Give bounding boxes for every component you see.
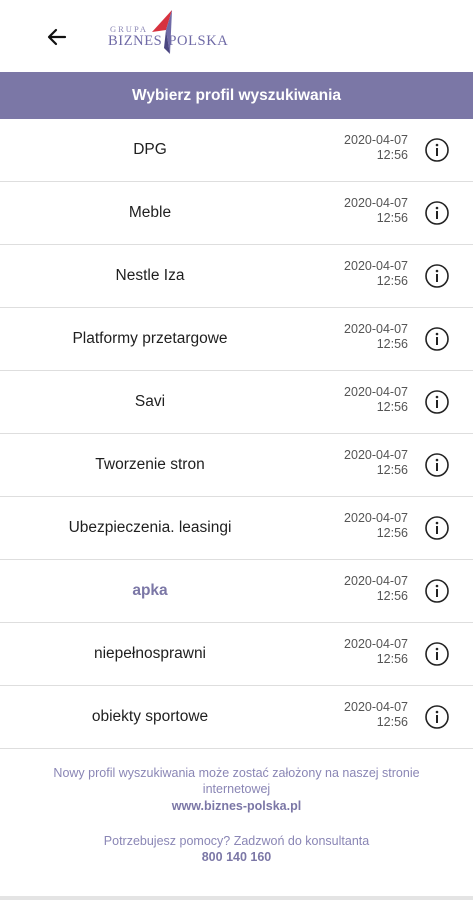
profile-timestamp: 2020-04-07 12:56	[344, 133, 408, 163]
info-circle-icon	[425, 264, 449, 288]
profile-date: 2020-04-07	[344, 322, 408, 336]
footer: Nowy profil wyszukiwania może zostać zał…	[0, 765, 473, 865]
profile-timestamp: 2020-04-07 12:56	[344, 385, 408, 415]
profile-timestamp: 2020-04-07 12:56	[344, 448, 408, 478]
profile-date: 2020-04-07	[344, 574, 408, 588]
phone-link[interactable]: 800 140 160	[0, 849, 473, 865]
profile-timestamp: 2020-04-07 12:56	[344, 259, 408, 289]
profile-timestamp: 2020-04-07 12:56	[344, 700, 408, 730]
profile-date: 2020-04-07	[344, 259, 408, 273]
profile-time: 12:56	[376, 526, 408, 540]
profile-time: 12:56	[376, 400, 408, 414]
profile-date: 2020-04-07	[344, 196, 408, 210]
profile-row[interactable]: niepełnosprawni 2020-04-07 12:56	[0, 623, 473, 686]
info-circle-icon	[425, 642, 449, 666]
info-button[interactable]	[424, 326, 450, 352]
info-circle-icon	[425, 579, 449, 603]
profile-name: obiekty sportowe	[91, 708, 209, 725]
info-circle-icon	[425, 390, 449, 414]
info-circle-icon	[425, 327, 449, 351]
profile-row[interactable]: Nestle Iza 2020-04-07 12:56	[0, 245, 473, 308]
info-button[interactable]	[424, 641, 450, 667]
profile-row[interactable]: obiekty sportowe 2020-04-07 12:56	[0, 686, 473, 749]
footer-info-line1: Nowy profil wyszukiwania może zostać zał…	[53, 766, 420, 780]
profile-timestamp: 2020-04-07 12:56	[344, 511, 408, 541]
profile-date: 2020-04-07	[344, 637, 408, 651]
arrow-left-icon	[47, 28, 67, 46]
section-header: Wybierz profil wyszukiwania	[0, 72, 473, 119]
info-circle-icon	[425, 201, 449, 225]
info-button[interactable]	[424, 578, 450, 604]
info-circle-icon	[425, 705, 449, 729]
profile-name: Ubezpieczenia. leasingi	[68, 519, 232, 536]
info-button[interactable]	[424, 704, 450, 730]
profile-time: 12:56	[376, 463, 408, 477]
profile-list: DPG 2020-04-07 12:56 Meble 2020-04-07 12:56 Ne…	[0, 119, 473, 749]
profile-row[interactable]: DPG 2020-04-07 12:56	[0, 119, 473, 182]
profile-timestamp: 2020-04-07 12:56	[344, 196, 408, 226]
profile-name: Nestle Iza	[115, 267, 185, 284]
bottom-divider	[0, 896, 473, 900]
profile-row[interactable]: apka 2020-04-07 12:56	[0, 560, 473, 623]
profile-time: 12:56	[376, 337, 408, 351]
page-title: Wybierz profil wyszukiwania	[131, 86, 341, 104]
footer-info-line2: internetowej	[202, 782, 271, 796]
profile-time: 12:56	[376, 652, 408, 666]
profile-name: Platformy przetargowe	[72, 330, 228, 347]
back-button[interactable]	[40, 20, 74, 54]
profile-name: apka	[132, 582, 168, 599]
profile-row[interactable]: Meble 2020-04-07 12:56	[0, 182, 473, 245]
profile-timestamp: 2020-04-07 12:56	[344, 574, 408, 604]
profile-name: Tworzenie stron	[95, 456, 205, 473]
profile-time: 12:56	[376, 715, 408, 729]
info-button[interactable]	[424, 137, 450, 163]
info-button[interactable]	[424, 389, 450, 415]
logo-wordmark: BIZNES POLSKA	[108, 33, 228, 50]
logo-left-text: BIZNES	[108, 33, 163, 49]
profile-date: 2020-04-07	[344, 700, 408, 714]
info-button[interactable]	[424, 515, 450, 541]
logo-right-text: POLSKA	[168, 33, 229, 49]
profile-row[interactable]: Tworzenie stron 2020-04-07 12:56	[0, 434, 473, 497]
info-circle-icon	[425, 516, 449, 540]
info-circle-icon	[425, 453, 449, 477]
profile-date: 2020-04-07	[344, 511, 408, 525]
profile-timestamp: 2020-04-07 12:56	[344, 322, 408, 352]
info-circle-icon	[425, 138, 449, 162]
profile-time: 12:56	[376, 274, 408, 288]
profile-row[interactable]: Ubezpieczenia. leasingi 2020-04-07 12:56	[0, 497, 473, 560]
info-button[interactable]	[424, 200, 450, 226]
profile-row[interactable]: Savi 2020-04-07 12:56	[0, 371, 473, 434]
profile-date: 2020-04-07	[344, 133, 408, 147]
website-link[interactable]: www.biznes-polska.pl	[0, 797, 473, 815]
profile-timestamp: 2020-04-07 12:56	[344, 637, 408, 667]
help-text: Potrzebujesz pomocy? Zadzwoń do konsulta…	[103, 834, 370, 848]
profile-name: Meble	[128, 204, 172, 221]
info-button[interactable]	[424, 263, 450, 289]
profile-name: Savi	[134, 393, 166, 410]
profile-date: 2020-04-07	[344, 448, 408, 462]
profile-row[interactable]: Platformy przetargowe 2020-04-07 12:56	[0, 308, 473, 371]
info-button[interactable]	[424, 452, 450, 478]
profile-name: niepełnosprawni	[93, 645, 207, 662]
profile-time: 12:56	[376, 211, 408, 225]
profile-time: 12:56	[376, 589, 408, 603]
profile-date: 2020-04-07	[344, 385, 408, 399]
company-logo: GRUPA BIZNES POLSKA	[108, 8, 228, 60]
profile-time: 12:56	[376, 148, 408, 162]
top-app-bar: GRUPA BIZNES POLSKA	[0, 0, 473, 72]
profile-name: DPG	[133, 141, 167, 158]
